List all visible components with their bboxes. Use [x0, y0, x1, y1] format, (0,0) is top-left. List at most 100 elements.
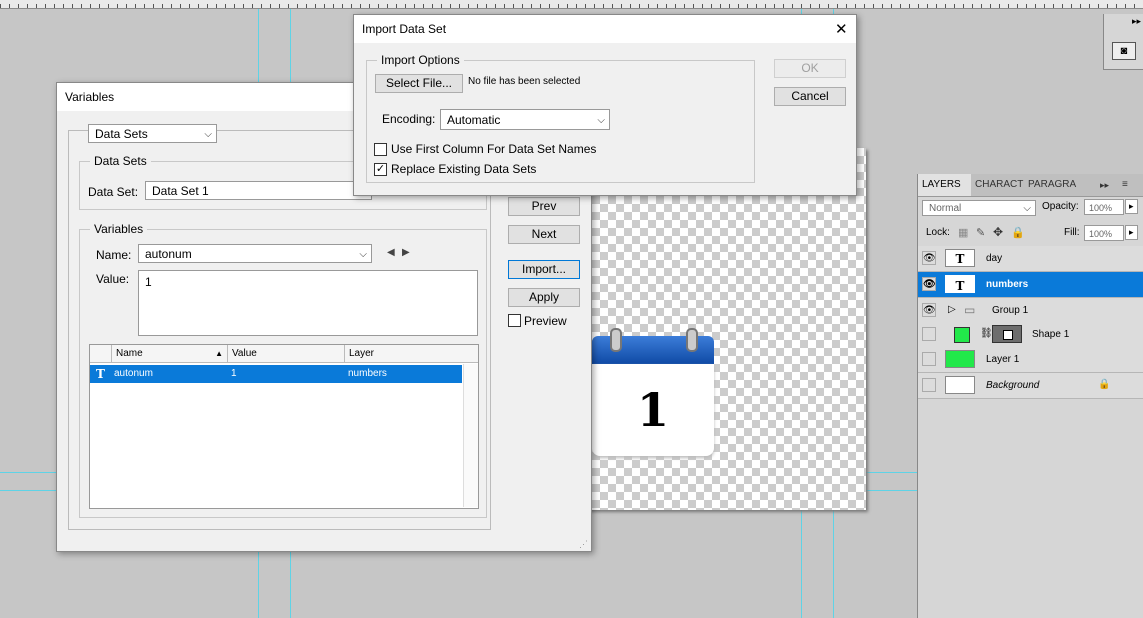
variables-table: Name ▲ Value Layer T autonum 1 numbers: [89, 344, 479, 509]
panel-menu-icon[interactable]: ≡: [1118, 174, 1132, 196]
close-icon[interactable]: ✕: [835, 20, 848, 38]
layer-name: Group 1: [992, 305, 1029, 316]
calendar-ring: [686, 328, 698, 352]
expand-icon[interactable]: ▸▸: [1132, 16, 1141, 27]
shape-color-thumb: [954, 327, 970, 343]
select-file-button[interactable]: Select File...: [375, 74, 463, 93]
value-label: Value:: [96, 272, 130, 286]
visibility-box[interactable]: [922, 352, 936, 366]
import-options-label: Import Options: [377, 53, 464, 67]
next-variable-icon[interactable]: ▶: [402, 247, 410, 258]
fill-arrow-icon[interactable]: ▸: [1125, 225, 1138, 240]
preview-label: Preview: [524, 314, 567, 328]
value-textarea[interactable]: 1: [138, 270, 478, 336]
tab-layers[interactable]: LAYERS: [918, 174, 971, 196]
opacity-arrow-icon[interactable]: ▸: [1125, 199, 1138, 214]
prev-button[interactable]: Prev: [508, 197, 580, 216]
tab-character[interactable]: CHARACT: [971, 174, 1027, 196]
dataset-select[interactable]: Data Set 1: [145, 181, 372, 200]
view-select[interactable]: Data Sets ⌵: [88, 124, 217, 143]
row-value: 1: [231, 368, 237, 379]
link-icon[interactable]: ⛓: [980, 328, 993, 339]
next-button[interactable]: Next: [508, 225, 580, 244]
import-data-set-dialog: Import Data Set ✕ Import Options Select …: [353, 14, 857, 196]
layers-panel: LAYERS CHARACT PARAGRA ▸▸ ≡ Normal ⌵ Opac…: [917, 174, 1143, 618]
preview-checkbox[interactable]: [508, 314, 521, 327]
tab-paragraph[interactable]: PARAGRA: [1024, 174, 1080, 196]
blend-mode-value: Normal: [929, 203, 962, 214]
header-name[interactable]: Name ▲: [112, 345, 228, 362]
blend-mode-select[interactable]: Normal ⌵: [922, 200, 1036, 216]
name-label: Name:: [96, 248, 132, 262]
ok-button[interactable]: OK: [774, 59, 846, 78]
header-value[interactable]: Value: [228, 345, 345, 362]
apply-button[interactable]: Apply: [508, 288, 580, 307]
use-first-column-label: Use First Column For Data Set Names: [391, 142, 597, 156]
encoding-label: Encoding:: [382, 112, 436, 126]
layer-row-day[interactable]: 👁 T day: [918, 246, 1143, 272]
layer-name: day: [986, 253, 1003, 264]
variables-group-label: Variables: [90, 222, 148, 236]
encoding-select[interactable]: Automatic ⌵: [440, 109, 610, 130]
expand-triangle-icon[interactable]: ▷: [948, 304, 956, 315]
eye-icon[interactable]: 👁: [922, 251, 936, 265]
lock-label: Lock:: [926, 227, 950, 238]
lock-icon: 🔒: [1098, 379, 1111, 390]
lock-transparency-icon[interactable]: ▦: [958, 226, 968, 239]
text-type-icon: T: [96, 367, 105, 381]
layer-row-background[interactable]: Background 🔒: [918, 373, 1143, 399]
chevron-down-icon: ⌵: [1023, 203, 1031, 214]
layer-row-numbers[interactable]: 👁 T numbers: [918, 272, 1143, 298]
use-first-column-checkbox[interactable]: [374, 143, 387, 156]
sort-up-icon: ▲: [215, 349, 223, 358]
fill-value: 100%: [1089, 229, 1113, 239]
view-select-value: Data Sets: [95, 127, 148, 141]
lock-brush-icon[interactable]: ✎: [976, 226, 985, 239]
dataset-value: Data Set 1: [152, 184, 209, 198]
layer-thumb: [945, 376, 975, 394]
header-name-label: Name: [116, 348, 143, 359]
dataset-label: Data Set:: [88, 185, 139, 199]
visibility-box[interactable]: [922, 378, 936, 392]
horizontal-ruler[interactable]: [0, 0, 1143, 9]
camera-icon[interactable]: ◙: [1112, 42, 1136, 60]
text-layer-thumb: T: [945, 249, 975, 267]
header-type-col: [90, 345, 112, 362]
header-layer[interactable]: Layer: [345, 345, 478, 362]
table-row[interactable]: T autonum 1 numbers: [90, 365, 462, 383]
expand-icon[interactable]: ▸▸: [1096, 174, 1113, 196]
lock-all-icon[interactable]: 🔒: [1011, 226, 1025, 239]
replace-existing-label: Replace Existing Data Sets: [391, 162, 537, 176]
layer-thumb: [945, 350, 975, 368]
eye-icon[interactable]: 👁: [922, 303, 936, 317]
layer-name: numbers: [986, 279, 1029, 290]
chevron-down-icon: ⌵: [359, 249, 367, 260]
layer-name: Layer 1: [986, 354, 1020, 365]
mini-panel: ▸▸ ◙: [1103, 14, 1143, 70]
name-select[interactable]: autonum ⌵: [138, 244, 372, 263]
layer-name: Shape 1: [1032, 329, 1070, 340]
fill-field[interactable]: 100%: [1084, 225, 1124, 241]
opacity-label: Opacity:: [1042, 201, 1079, 212]
visibility-box[interactable]: [922, 327, 936, 341]
layer-row-shape[interactable]: ⛓ Shape 1: [918, 322, 1143, 348]
file-status-text: No file has been selected: [468, 76, 581, 87]
layer-row-layer1[interactable]: Layer 1: [918, 347, 1143, 373]
chevron-down-icon: ⌵: [597, 115, 605, 126]
calendar-ring: [610, 328, 622, 352]
table-scrollbar[interactable]: [463, 364, 478, 507]
import-button[interactable]: Import...: [508, 260, 580, 279]
cancel-button[interactable]: Cancel: [774, 87, 846, 106]
resize-grip-icon[interactable]: ⋰: [579, 539, 588, 550]
opacity-value: 100%: [1089, 203, 1113, 213]
eye-icon[interactable]: 👁: [922, 277, 936, 291]
prev-variable-icon[interactable]: ◀: [387, 247, 395, 258]
layer-row-group[interactable]: 👁 ▷ ▭ Group 1: [918, 298, 1143, 324]
row-name: autonum: [114, 368, 153, 379]
import-dialog-title: Import Data Set: [354, 15, 856, 43]
replace-existing-checkbox[interactable]: ✓: [374, 163, 387, 176]
opacity-field[interactable]: 100%: [1084, 199, 1124, 215]
row-layer: numbers: [348, 368, 387, 379]
lock-position-icon[interactable]: ✥: [993, 225, 1003, 239]
calendar-number: 1: [592, 364, 714, 456]
